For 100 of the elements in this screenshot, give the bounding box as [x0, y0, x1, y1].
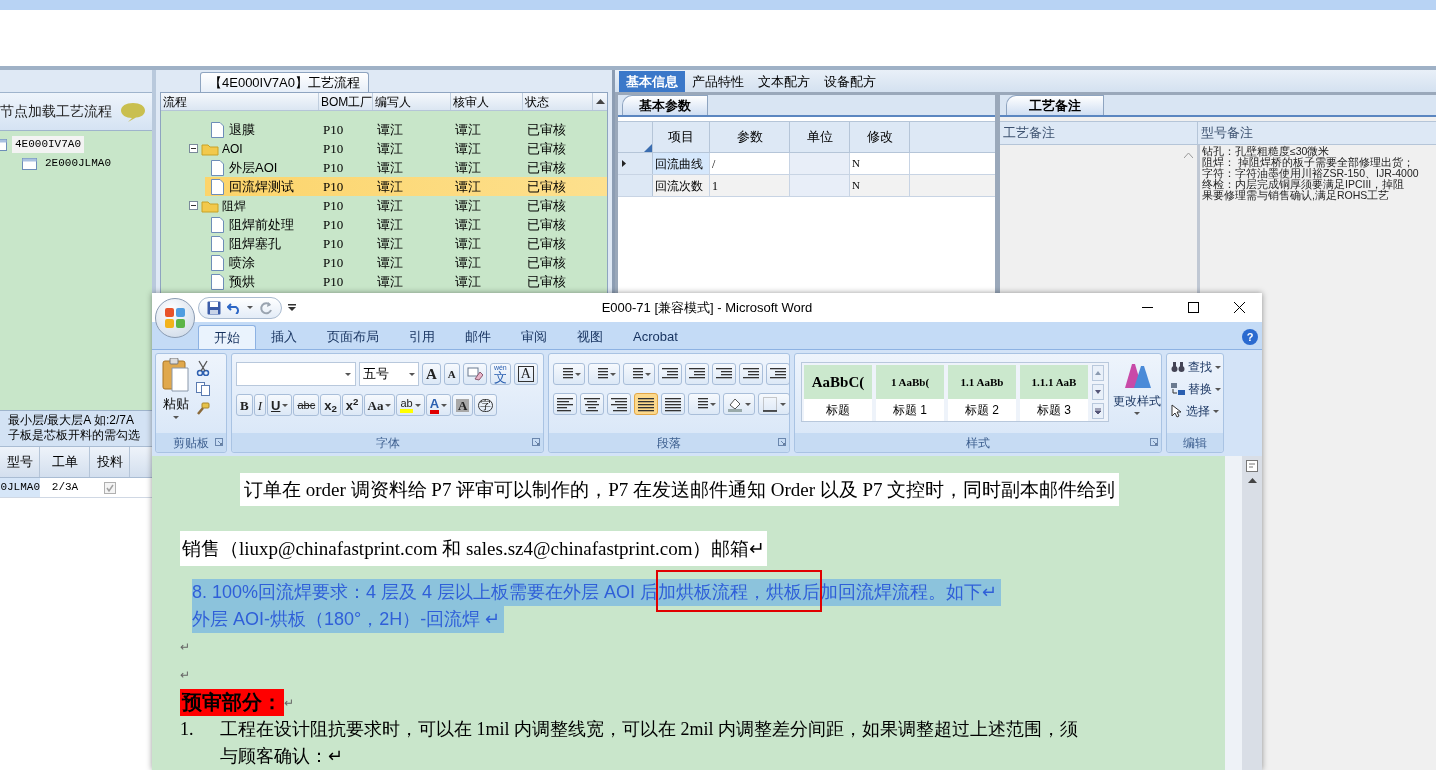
- column-header[interactable]: 核审人: [451, 93, 523, 110]
- paragraph-mark: ↵: [180, 667, 190, 684]
- format-button[interactable]: A: [422, 363, 441, 385]
- table-cell-text: 已审核: [526, 234, 567, 253]
- ribbon-tab[interactable]: Acrobat: [618, 325, 693, 349]
- column-header[interactable]: 单位: [790, 122, 850, 152]
- tree-row[interactable]: 阻焊前处理 P10 谭江 谭江 已审核: [161, 215, 607, 234]
- table-cell-text: 谭江: [454, 272, 482, 291]
- window-title: E000-71 [兼容模式] - Microsoft Word: [601, 298, 813, 317]
- ribbon-tab[interactable]: 开始: [198, 325, 256, 349]
- table-cell-text: P10: [322, 120, 345, 139]
- format-button[interactable]: x$^{2}$: [341, 394, 363, 416]
- panel-tab[interactable]: 基本参数: [622, 95, 708, 115]
- table-cell-text: 谭江: [454, 196, 482, 215]
- style-item[interactable]: AaBbC( 标题: [804, 365, 872, 421]
- column-header[interactable]: BOM工厂: [319, 93, 373, 110]
- format-button[interactable]: 字: [474, 394, 498, 416]
- tree-row[interactable]: 喷涂 P10 谭江 谭江 已审核: [161, 253, 607, 272]
- table-cell-text: 谭江: [376, 120, 404, 139]
- panel-tab[interactable]: 工艺备注: [1006, 95, 1104, 115]
- format-button[interactable]: Aa: [363, 394, 396, 416]
- editing-button[interactable]: 选择: [1171, 402, 1221, 420]
- table-cell-text: 已审核: [526, 215, 567, 234]
- format-button[interactable]: B: [236, 394, 253, 416]
- column-header[interactable]: 型号: [0, 447, 40, 477]
- hint-text: 子板是芯板开料的需勾选: [8, 428, 141, 443]
- column-header[interactable]: 修改: [850, 122, 910, 152]
- ribbon-tab[interactable]: 页面布局: [312, 325, 394, 349]
- column-header[interactable]: 状态: [523, 93, 593, 110]
- column-header[interactable]: 型号备注: [1198, 122, 1436, 144]
- document-paragraph: 订单在 order 调资料给 P7 评审可以制作的，P7 在发送邮件通知 Order 以及 P7 文控时，同时副本邮件给到: [240, 473, 1120, 506]
- tree-label: 预烘: [229, 272, 255, 291]
- table-cell-text: 谭江: [454, 139, 482, 158]
- format-button[interactable]: ab: [396, 394, 425, 416]
- ribbon-tab[interactable]: 视图: [562, 325, 618, 349]
- column-header[interactable]: 工单: [40, 447, 90, 477]
- panel-title: 节点加载工艺流程: [0, 102, 112, 121]
- list-item-text: 工程在设计阻抗要求时，可以在 1mil 内调整线宽，可以在 2mil 内调整差分间距，如果调整超过上述范围，须 与顾客确认：↵: [220, 718, 1078, 768]
- table-cell-text: 已审核: [526, 139, 567, 158]
- format-button[interactable]: A: [443, 363, 460, 385]
- table-cell-text: 谭江: [454, 234, 482, 253]
- column-header[interactable]: 编写人: [373, 93, 451, 110]
- tree-row[interactable]: 阻焊 P10 谭江 谭江 已审核: [161, 196, 607, 215]
- table-cell-text: 谭江: [454, 253, 482, 272]
- ribbon-tab[interactable]: 插入: [256, 325, 312, 349]
- tree-item[interactable]: 2E000JLMA0: [42, 155, 114, 172]
- table-cell-text: 谭江: [376, 139, 404, 158]
- ribbon-tab[interactable]: 审阅: [506, 325, 562, 349]
- tree-row[interactable]: 阻焊塞孔 P10 谭江 谭江 已审核: [161, 234, 607, 253]
- change-styles-button[interactable]: 更改样式: [1113, 360, 1161, 433]
- note-line: 钻孔：孔壁粗糙度≤30微米: [1202, 146, 1330, 157]
- hint-text: 最小层/最大层A 如:2/7A: [8, 413, 136, 428]
- table-cell-text: P10: [322, 272, 345, 291]
- table-cell-text: 谭江: [454, 215, 482, 234]
- format-button[interactable]: A: [425, 394, 452, 416]
- format-button[interactable]: A: [452, 394, 474, 416]
- help-button[interactable]: ?: [1242, 329, 1258, 345]
- editing-button[interactable]: 替换: [1171, 380, 1221, 398]
- info-tab[interactable]: 设备配方: [817, 71, 883, 92]
- style-item[interactable]: 1 AaBb( 标题 1: [876, 365, 944, 421]
- note-line: 阻焊： 掉阻焊桥的板子需要全部修理出货；: [1202, 157, 1415, 168]
- info-tab[interactable]: 产品特性: [685, 71, 751, 92]
- table-cell-text: P10: [322, 234, 345, 253]
- selected-text: 外层 AOI-烘板（180°，2H）-回流焊 ↵: [192, 606, 505, 633]
- table-cell-text: 已审核: [526, 272, 567, 291]
- ribbon-tab[interactable]: 邮件: [450, 325, 506, 349]
- group-label: 样式: [966, 434, 990, 452]
- table-cell-text: 已审核: [526, 196, 567, 215]
- editing-button[interactable]: 查找: [1171, 358, 1221, 376]
- format-button[interactable]: U: [267, 394, 293, 416]
- info-tab[interactable]: 文本配方: [751, 71, 817, 92]
- format-button[interactable]: abc: [293, 394, 320, 416]
- column-header[interactable]: 投料: [90, 447, 130, 477]
- format-button[interactable]: A: [513, 363, 538, 385]
- style-item[interactable]: 1.1 AaBb 标题 2: [948, 365, 1016, 421]
- ribbon-tab[interactable]: 引用: [394, 325, 450, 349]
- column-header[interactable]: 工艺备注: [1000, 122, 1198, 144]
- tree-row[interactable]: 预烘 P10 谭江 谭江 已审核: [161, 272, 607, 291]
- column-header[interactable]: 流程: [161, 93, 319, 110]
- format-button[interactable]: I: [253, 394, 266, 416]
- tree-label: 阻焊: [222, 197, 246, 215]
- tree-row[interactable]: AOI P10 谭江 谭江 已审核: [161, 139, 607, 158]
- tree-label: 外层AOI: [229, 158, 278, 177]
- column-header[interactable]: 参数: [710, 122, 790, 152]
- info-tab[interactable]: 基本信息: [619, 71, 685, 92]
- table-cell-text: 谭江: [376, 158, 404, 177]
- format-button[interactable]: x$_{2}$: [320, 394, 341, 416]
- tree-label: 退膜: [229, 120, 255, 139]
- table-cell-text: 谭江: [376, 272, 404, 291]
- tree-row[interactable]: 外层AOI P10 谭江 谭江 已审核: [161, 158, 607, 177]
- table-cell-text: P10: [322, 253, 345, 272]
- font-size-field[interactable]: 五号: [359, 362, 419, 386]
- style-item[interactable]: 1.1.1 AaB 标题 3: [1020, 365, 1088, 421]
- column-header[interactable]: 项目: [653, 122, 710, 152]
- group-label: 字体: [375, 434, 400, 452]
- tree-item[interactable]: 4E000IV7A0: [12, 136, 84, 153]
- tree-row[interactable]: 退膜 P10 谭江 谭江 已审核: [161, 120, 607, 139]
- group-label: 剪贴板: [173, 434, 209, 452]
- paste-button[interactable]: 粘贴: [156, 354, 196, 433]
- table-cell: 回流曲线: [653, 153, 710, 174]
